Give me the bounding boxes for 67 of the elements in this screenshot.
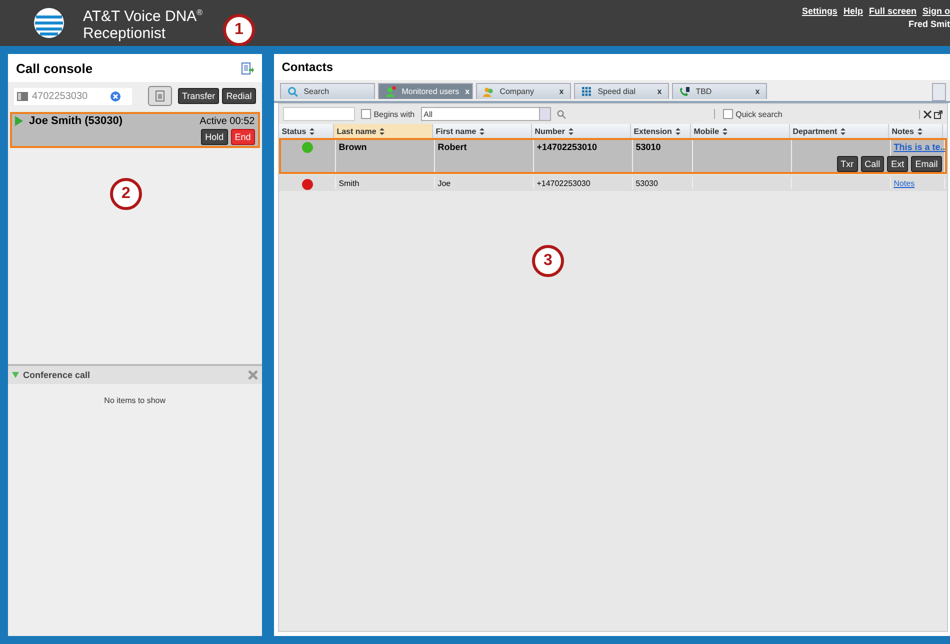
section-title: Conference call <box>23 370 90 380</box>
end-button[interactable]: End <box>230 129 255 145</box>
caller-name: Joe Smith (53030) <box>29 115 123 127</box>
phone-button[interactable] <box>148 86 172 106</box>
user-name: Fred Smit <box>908 18 950 28</box>
sort-icon[interactable] <box>309 128 316 134</box>
clear-icon[interactable] <box>110 90 121 102</box>
sort-icon[interactable] <box>674 128 681 134</box>
dial-box[interactable]: 4702253030 <box>14 88 132 104</box>
play-icon <box>15 116 23 126</box>
close-icon[interactable] <box>922 110 932 118</box>
contact-row[interactable]: Smith Joe +14702253030 53030 Notes <box>278 175 947 191</box>
tab[interactable]: Speed dial x <box>574 83 669 99</box>
row-action-button[interactable]: Ext <box>887 156 908 172</box>
table-cell: 53030 <box>636 179 658 188</box>
checkbox-label: Quick search <box>736 110 782 118</box>
globe-logo <box>33 7 65 39</box>
sort-icon[interactable] <box>840 128 846 134</box>
search-icon[interactable] <box>556 110 566 118</box>
contact-row[interactable]: Brown Robert +14702253010 53010 This is a te.. Txr Call Ext Email <box>278 138 947 174</box>
table-cell: Joe <box>438 179 451 188</box>
header-link[interactable]: Sign o <box>922 6 950 16</box>
row-action-button[interactable]: Txr <box>836 156 858 172</box>
popout-icon[interactable] <box>934 110 943 118</box>
notes-link[interactable]: Notes <box>894 179 915 188</box>
table-cell: Brown <box>338 142 367 152</box>
tab[interactable]: Monitored users x <box>378 83 473 99</box>
column-header[interactable]: Last name <box>334 124 433 138</box>
table-cell: 53010 <box>636 142 661 152</box>
hold-button[interactable]: Hold <box>201 129 228 145</box>
sort-icon[interactable] <box>568 128 574 134</box>
table-cell: +14702253030 <box>536 179 590 188</box>
checkbox[interactable] <box>360 109 371 119</box>
action-button[interactable]: Transfer <box>178 88 220 104</box>
checkbox-label: Begins with <box>374 110 415 118</box>
action-button[interactable]: Redial <box>222 88 256 104</box>
header-link[interactable]: Settings <box>802 6 838 16</box>
people-icon <box>482 86 494 97</box>
tab[interactable]: Search <box>280 83 375 99</box>
table-cell: Robert <box>438 142 467 152</box>
checkbox[interactable] <box>722 109 733 119</box>
row-action-button[interactable]: Call <box>860 156 884 172</box>
call-status: Active 00:52 <box>200 116 255 126</box>
header-link[interactable]: Full screen <box>868 6 916 16</box>
scope-dropdown[interactable]: All <box>420 107 551 121</box>
notepad-icon[interactable] <box>240 62 254 74</box>
sort-icon[interactable] <box>916 128 923 134</box>
header-link[interactable]: Help <box>843 6 863 16</box>
table-cell: Smith <box>338 179 360 188</box>
empty-message: No items to show <box>104 396 166 405</box>
keypad-icon <box>580 86 592 97</box>
tab[interactable]: TBD x <box>672 83 767 99</box>
brand-name: AT&T Voice DNA$^{®}$ <box>83 7 203 25</box>
filter-field[interactable] <box>282 107 355 121</box>
product-name: Receptionist <box>83 25 166 42</box>
panel-title: Call console <box>16 60 93 76</box>
sort-icon[interactable] <box>479 128 486 134</box>
tab[interactable]: Company x <box>476 83 571 99</box>
sort-icon[interactable] <box>722 128 728 134</box>
search-icon <box>286 86 298 97</box>
panel-title: Contacts <box>282 60 334 74</box>
sort-icon[interactable] <box>379 128 386 134</box>
call-row[interactable]: Joe Smith (53030) Active 00:52 Hold End <box>10 112 260 148</box>
person-icon <box>384 86 396 97</box>
row-action-button[interactable]: Email <box>911 156 942 172</box>
table-cell: +14702253010 <box>536 142 598 152</box>
dial-field[interactable]: 4702253030 <box>32 90 106 102</box>
